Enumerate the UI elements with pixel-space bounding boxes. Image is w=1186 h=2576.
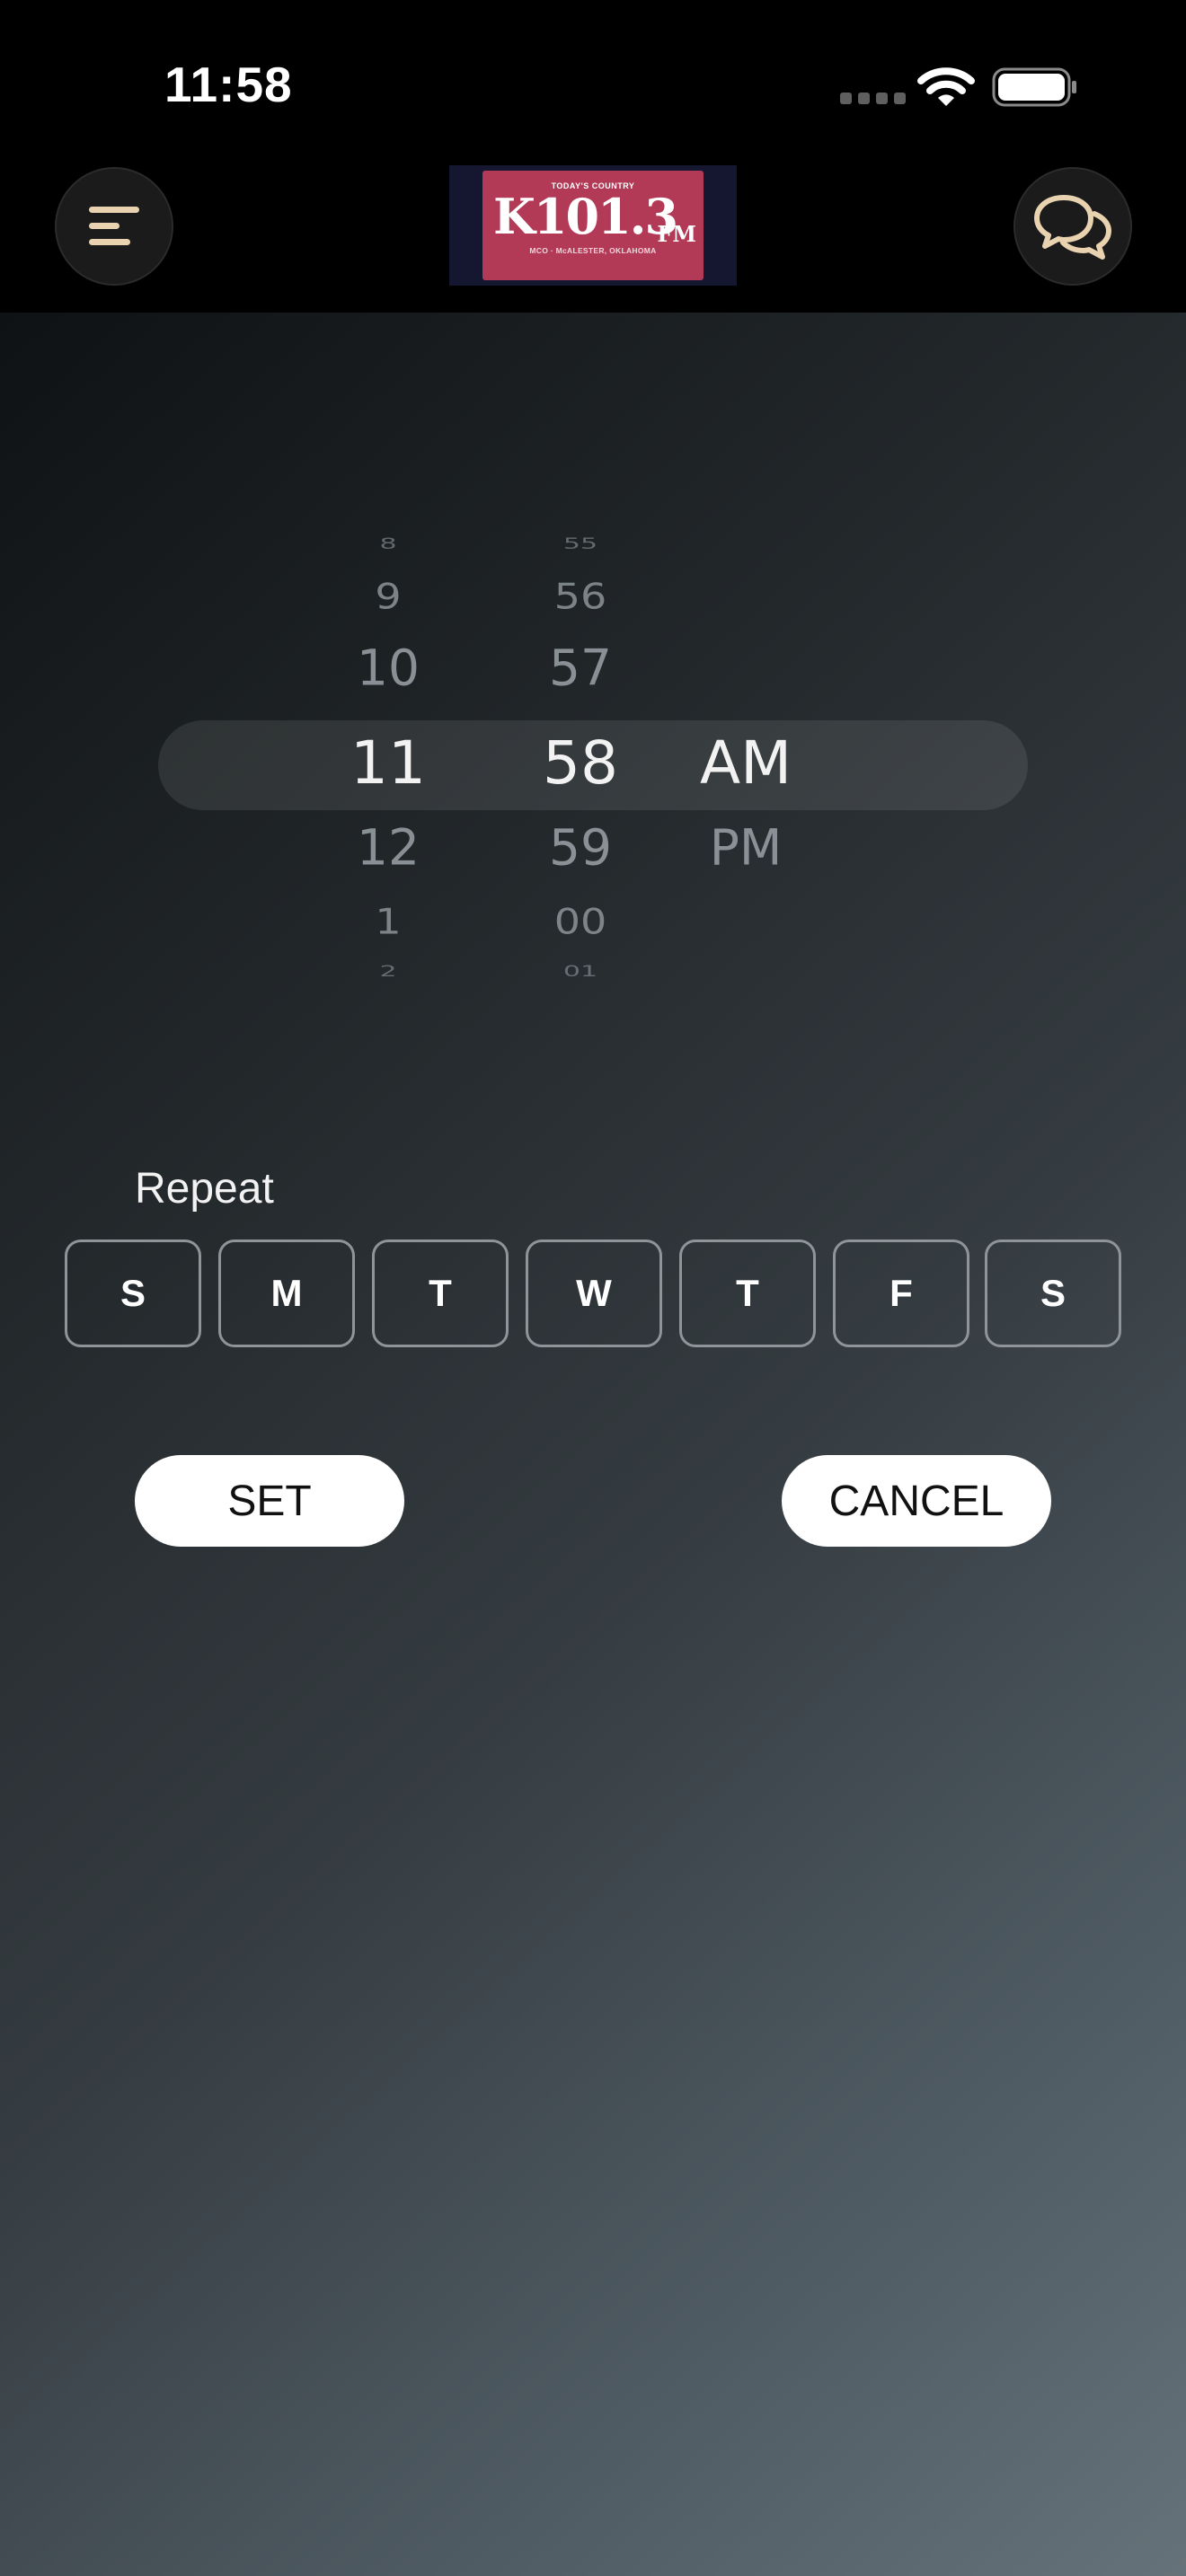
station-logo: TODAY'S COUNTRY K101.3 FM MCO · McALESTE… — [449, 165, 737, 286]
app-header: TODAY'S COUNTRY K101.3 FM MCO · McALESTE… — [0, 162, 1186, 313]
battery-icon — [992, 67, 1076, 107]
hour-wheel[interactable]: 8 9 10 11 12 1 2 — [298, 510, 478, 995]
hour-option-selected[interactable]: 11 — [298, 734, 478, 793]
day-toggle-wednesday[interactable]: W — [526, 1239, 662, 1347]
hour-option[interactable]: 2 — [298, 964, 478, 980]
menu-lines-icon — [89, 207, 139, 245]
chat-button[interactable] — [1013, 167, 1132, 286]
repeat-label: Repeat — [135, 1165, 274, 1213]
minute-option[interactable]: 55 — [491, 536, 670, 552]
alarm-screen: 11:58 TODAY'S COUNTRY K101.3 FM MCO · Mc… — [0, 0, 1186, 2576]
menu-button[interactable] — [55, 167, 173, 286]
wifi-icon — [917, 67, 975, 106]
day-toggle-monday[interactable]: M — [218, 1239, 355, 1347]
status-bar: 11:58 — [0, 0, 1186, 162]
repeat-days: SMTWTFS — [65, 1239, 1121, 1347]
day-toggle-tuesday[interactable]: T — [372, 1239, 509, 1347]
hour-option[interactable]: 9 — [298, 578, 478, 613]
alarm-settings: 8 9 10 11 12 1 2 55 56 57 58 59 00 01 AM PM Repeat SM… — [0, 313, 1186, 2576]
set-button[interactable]: SET — [135, 1455, 404, 1547]
period-option[interactable]: PM — [656, 823, 836, 873]
minute-option[interactable]: 01 — [491, 964, 670, 980]
logo-call-sign: K101.3 — [493, 188, 678, 245]
cancel-button[interactable]: CANCEL — [782, 1455, 1051, 1547]
hour-option[interactable]: 12 — [298, 823, 478, 873]
chat-bubbles-icon — [1034, 195, 1111, 260]
time-picker[interactable]: 8 9 10 11 12 1 2 55 56 57 58 59 00 01 AM PM — [0, 510, 1186, 995]
logo-fm: FM — [657, 221, 696, 247]
period-wheel[interactable]: AM PM — [656, 510, 836, 995]
day-toggle-saturday[interactable]: S — [985, 1239, 1121, 1347]
minute-wheel[interactable]: 55 56 57 58 59 00 01 — [491, 510, 670, 995]
minute-option-selected[interactable]: 58 — [491, 734, 670, 793]
minute-option[interactable]: 00 — [491, 904, 670, 939]
day-toggle-thursday[interactable]: T — [679, 1239, 816, 1347]
hour-option[interactable]: 8 — [298, 536, 478, 552]
cellular-signal-icon — [840, 93, 906, 104]
status-time: 11:58 — [164, 57, 293, 112]
minute-option[interactable]: 57 — [491, 643, 670, 693]
day-toggle-sunday[interactable]: S — [65, 1239, 201, 1347]
logo-location: MCO · McALESTER, OKLAHOMA — [529, 246, 657, 255]
minute-option[interactable]: 56 — [491, 578, 670, 613]
station-logo-badge: TODAY'S COUNTRY K101.3 FM MCO · McALESTE… — [482, 171, 704, 280]
day-toggle-friday[interactable]: F — [833, 1239, 969, 1347]
period-option-selected[interactable]: AM — [656, 734, 836, 793]
minute-option[interactable]: 59 — [491, 823, 670, 873]
hour-option[interactable]: 1 — [298, 904, 478, 939]
hour-option[interactable]: 10 — [298, 643, 478, 693]
